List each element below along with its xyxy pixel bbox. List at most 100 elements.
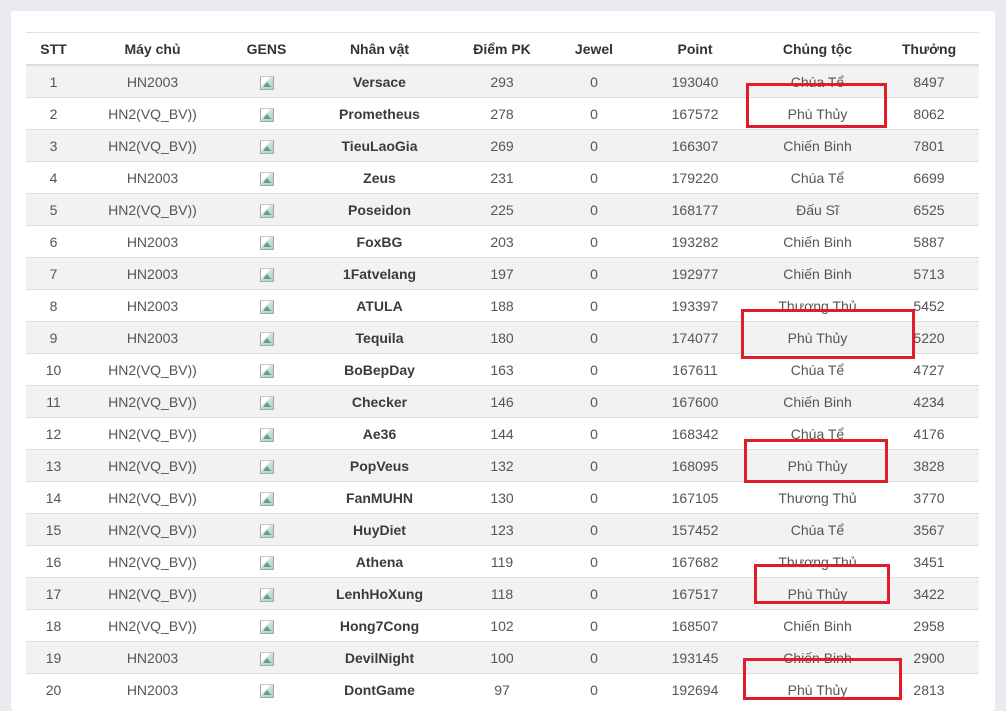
- table-row[interactable]: 14 HN2(VQ_BV)) FanMUHN 130 0 167105 Thương Thủ…: [26, 481, 979, 514]
- ranking-table: STT Máy chủ GENS Nhân vật Điểm PK Jewel …: [26, 32, 979, 705]
- table-row[interactable]: 4 HN2003 Zeus 231 0 179220 Chúa Tể 6699: [26, 161, 979, 194]
- cell-reward: 3422: [879, 577, 979, 610]
- broken-image-icon: [259, 524, 274, 538]
- cell-character[interactable]: Ae36: [309, 417, 450, 450]
- cell-character[interactable]: FanMUHN: [309, 481, 450, 514]
- header-server[interactable]: Máy chủ: [81, 32, 224, 66]
- cell-jewel: 0: [554, 449, 634, 482]
- cell-character[interactable]: Hong7Cong: [309, 609, 450, 642]
- cell-gens: [224, 577, 309, 610]
- table-row[interactable]: 17 HN2(VQ_BV)) LenhHoXung 118 0 167517 Phù Thủ…: [26, 577, 979, 610]
- header-pk[interactable]: Điểm PK: [450, 32, 554, 66]
- cell-character[interactable]: TieuLaoGia: [309, 129, 450, 162]
- table-row[interactable]: 18 HN2(VQ_BV)) Hong7Cong 102 0 168507 Chiến Bi…: [26, 609, 979, 642]
- cell-jewel: 0: [554, 64, 634, 98]
- cell-point: 167517: [634, 577, 756, 610]
- cell-server: HN2003: [81, 64, 224, 98]
- table-row[interactable]: 12 HN2(VQ_BV)) Ae36 144 0 168342 Chúa Tể 4176: [26, 417, 979, 450]
- cell-pk: 123: [450, 513, 554, 546]
- table-row[interactable]: 5 HN2(VQ_BV)) Poseidon 225 0 168177 Đấu Sĩ 6525: [26, 193, 979, 226]
- cell-jewel: 0: [554, 385, 634, 418]
- cell-character[interactable]: Tequila: [309, 321, 450, 354]
- cell-stt: 9: [26, 321, 81, 354]
- cell-reward: 5713: [879, 257, 979, 290]
- cell-character[interactable]: PopVeus: [309, 449, 450, 482]
- cell-character[interactable]: Zeus: [309, 161, 450, 194]
- broken-image-icon: [259, 396, 274, 410]
- cell-gens: [224, 545, 309, 578]
- cell-character[interactable]: LenhHoXung: [309, 577, 450, 610]
- cell-race: Chúa Tể: [756, 513, 879, 546]
- cell-server: HN2(VQ_BV)): [81, 97, 224, 130]
- table-row[interactable]: 19 HN2003 DevilNight 100 0 193145 Chiến Binh 29…: [26, 641, 979, 674]
- cell-point: 168342: [634, 417, 756, 450]
- table-row[interactable]: 11 HN2(VQ_BV)) Checker 146 0 167600 Chiến Binh…: [26, 385, 979, 418]
- table-row[interactable]: 13 HN2(VQ_BV)) PopVeus 132 0 168095 Phù Thủy 38…: [26, 449, 979, 482]
- header-gens[interactable]: GENS: [224, 32, 309, 66]
- cell-gens: [224, 449, 309, 482]
- cell-gens: [224, 289, 309, 322]
- cell-point: 193282: [634, 225, 756, 258]
- header-jewel[interactable]: Jewel: [554, 32, 634, 66]
- cell-character[interactable]: 1Fatvelang: [309, 257, 450, 290]
- cell-reward: 3451: [879, 545, 979, 578]
- broken-image-icon: [259, 684, 274, 698]
- cell-reward: 5887: [879, 225, 979, 258]
- broken-image-icon: [259, 108, 274, 122]
- cell-point: 167682: [634, 545, 756, 578]
- cell-reward: 5452: [879, 289, 979, 322]
- table-row[interactable]: 2 HN2(VQ_BV)) Prometheus 278 0 167572 Phù Thủy…: [26, 97, 979, 130]
- cell-race: Chúa Tể: [756, 417, 879, 450]
- broken-image-icon: [259, 460, 274, 474]
- table-row[interactable]: 16 HN2(VQ_BV)) Athena 119 0 167682 Thương Thủ 3…: [26, 545, 979, 578]
- cell-point: 192977: [634, 257, 756, 290]
- cell-stt: 8: [26, 289, 81, 322]
- header-reward[interactable]: Thưởng: [879, 32, 979, 66]
- table-row[interactable]: 10 HN2(VQ_BV)) BoBepDay 163 0 167611 Chúa Tể 47…: [26, 353, 979, 386]
- cell-character[interactable]: Athena: [309, 545, 450, 578]
- table-row[interactable]: 20 HN2003 DontGame 97 0 192694 Phù Thủy 2813: [26, 673, 979, 705]
- table-row[interactable]: 1 HN2003 Versace 293 0 193040 Chúa Tể 8497: [26, 64, 979, 98]
- cell-gens: [224, 64, 309, 98]
- cell-character[interactable]: FoxBG: [309, 225, 450, 258]
- cell-character[interactable]: Prometheus: [309, 97, 450, 130]
- cell-character[interactable]: DevilNight: [309, 641, 450, 674]
- cell-stt: 6: [26, 225, 81, 258]
- cell-jewel: 0: [554, 129, 634, 162]
- header-point[interactable]: Point: [634, 32, 756, 66]
- header-stt[interactable]: STT: [26, 32, 81, 66]
- cell-jewel: 0: [554, 97, 634, 130]
- table-row[interactable]: 7 HN2003 1Fatvelang 197 0 192977 Chiến Binh 571…: [26, 257, 979, 290]
- cell-pk: 188: [450, 289, 554, 322]
- cell-server: HN2(VQ_BV)): [81, 129, 224, 162]
- cell-race: Chiến Binh: [756, 609, 879, 642]
- cell-character[interactable]: HuyDiet: [309, 513, 450, 546]
- cell-character[interactable]: Checker: [309, 385, 450, 418]
- cell-reward: 4176: [879, 417, 979, 450]
- broken-image-icon: [259, 556, 274, 570]
- cell-race: Chúa Tể: [756, 353, 879, 386]
- table-row[interactable]: 9 HN2003 Tequila 180 0 174077 Phù Thủy 5220: [26, 321, 979, 354]
- header-character[interactable]: Nhân vật: [309, 32, 450, 66]
- cell-point: 168507: [634, 609, 756, 642]
- cell-reward: 2813: [879, 673, 979, 705]
- table-row[interactable]: 15 HN2(VQ_BV)) HuyDiet 123 0 157452 Chúa Tể 356…: [26, 513, 979, 546]
- cell-race: Chúa Tể: [756, 64, 879, 98]
- header-race[interactable]: Chủng tộc: [756, 32, 879, 66]
- table-row[interactable]: 8 HN2003 ATULA 188 0 193397 Thương Thủ 5452: [26, 289, 979, 322]
- cell-point: 192694: [634, 673, 756, 705]
- cell-stt: 19: [26, 641, 81, 674]
- cell-character[interactable]: BoBepDay: [309, 353, 450, 386]
- cell-pk: 278: [450, 97, 554, 130]
- cell-character[interactable]: ATULA: [309, 289, 450, 322]
- cell-point: 193145: [634, 641, 756, 674]
- cell-server: HN2003: [81, 161, 224, 194]
- table-row[interactable]: 6 HN2003 FoxBG 203 0 193282 Chiến Binh 5887: [26, 225, 979, 258]
- cell-character[interactable]: Versace: [309, 64, 450, 98]
- cell-character[interactable]: DontGame: [309, 673, 450, 705]
- cell-pk: 132: [450, 449, 554, 482]
- cell-jewel: 0: [554, 673, 634, 705]
- table-row[interactable]: 3 HN2(VQ_BV)) TieuLaoGia 269 0 166307 Chiến Bi…: [26, 129, 979, 162]
- cell-reward: 6699: [879, 161, 979, 194]
- cell-character[interactable]: Poseidon: [309, 193, 450, 226]
